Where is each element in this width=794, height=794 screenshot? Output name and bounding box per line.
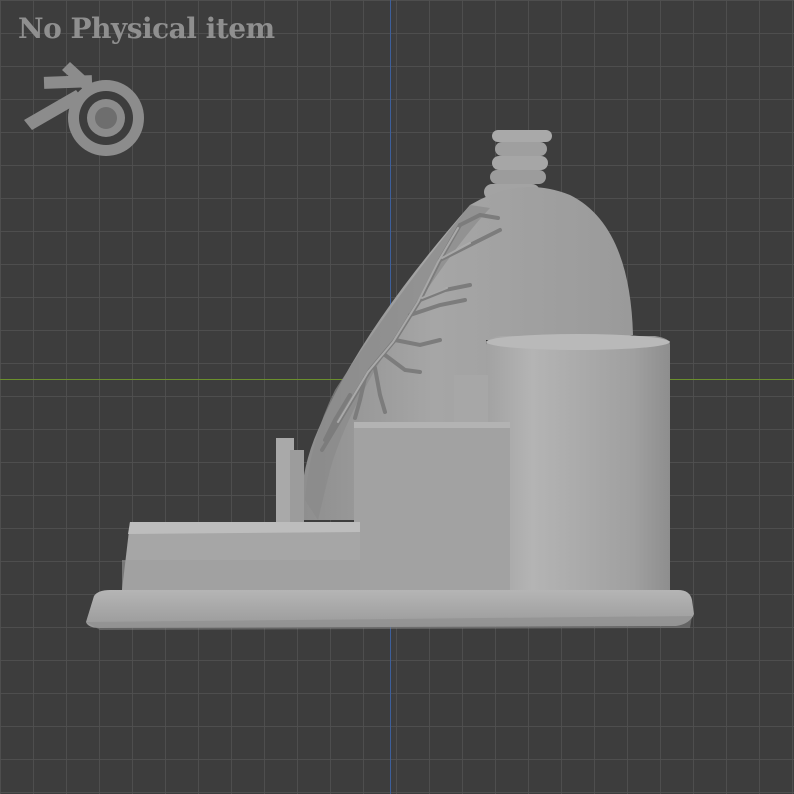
3d-viewport[interactable]: No Physical item [0, 0, 794, 794]
3d-model-render [86, 130, 694, 630]
